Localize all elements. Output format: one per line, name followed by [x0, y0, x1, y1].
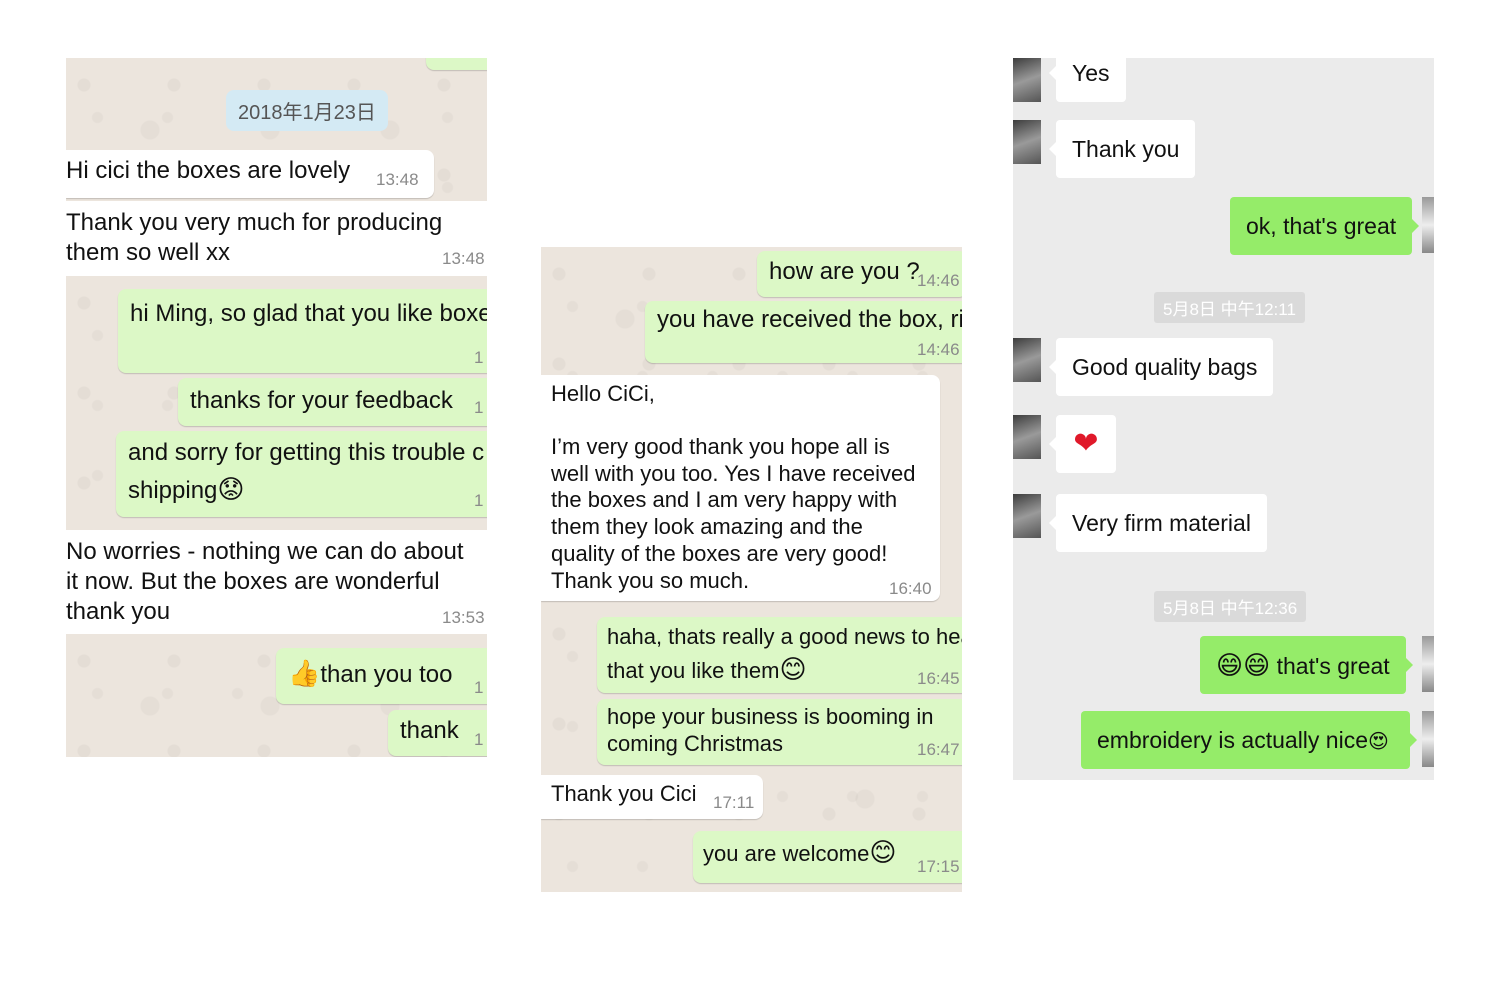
outgoing-message: you have received the box, righ [645, 301, 962, 363]
avatar[interactable] [1422, 197, 1434, 253]
message-time: 1 [474, 348, 484, 367]
outgoing-message: ok, that's great [1230, 197, 1420, 255]
outgoing-message: and sorry for getting this trouble c shi… [116, 431, 487, 517]
incoming-message: Very firm material [1049, 494, 1267, 552]
avatar[interactable] [1013, 338, 1041, 382]
message-text: hi Ming, so glad that you like boxe [130, 300, 487, 327]
message-text: thank you [66, 598, 171, 625]
message-text: you are welcome [703, 841, 870, 866]
message-text: ok, that's great [1246, 213, 1397, 239]
message-text: Hello CiCi, [551, 381, 655, 406]
smiling-face-emoji: 😊 [869, 837, 897, 867]
chat-screenshot-right: Yes Thank you ok, that's great 5月8日 中午12… [1013, 58, 1434, 780]
message-text: them they look amazing and the [551, 514, 863, 540]
incoming-message: Good quality bags [1048, 338, 1274, 396]
outgoing-message: thanks for your feedback [178, 378, 487, 426]
message-text: well with you too. Yes I have received [551, 460, 916, 486]
message-text: the boxes and I am very happy with [551, 487, 898, 513]
heart-eyes-emoji: 😍 [1368, 731, 1389, 753]
message-time: 13:48 [376, 170, 419, 189]
avatar[interactable] [1013, 494, 1041, 538]
message-time: 17:15 [917, 857, 960, 876]
message-text: shipping [128, 477, 218, 504]
message-text: Yes [1072, 60, 1110, 86]
message-text: it now. But the boxes are wonderful [66, 568, 440, 595]
outgoing-message: 👍than you too [276, 648, 487, 704]
message-text: I’m very good thank you hope all is [551, 433, 890, 459]
outgoing-message: haha, thats really a good news to hea th… [597, 617, 962, 693]
incoming-message: ❤ [1049, 415, 1116, 473]
message-time: 13:48 [442, 249, 485, 268]
avatar[interactable] [1013, 58, 1041, 102]
message-text: thank [400, 717, 459, 744]
message-text: thanks for your feedback [190, 387, 453, 414]
incoming-message: Yes [1049, 58, 1126, 102]
message-time: 1 [474, 678, 484, 697]
message-time: 17:11 [713, 793, 755, 812]
message-text: that you like them [607, 658, 780, 683]
incoming-message: Thank you very much for producing them s… [66, 201, 487, 276]
chat-screenshot-middle: how are you ? 14:46 you have received th… [541, 247, 962, 892]
message-text: than you too [320, 661, 453, 688]
partial-outgoing-bubble [426, 58, 487, 70]
message-time: 14:46 [917, 271, 960, 290]
outgoing-message: hi Ming, so glad that you like boxe [118, 289, 487, 373]
incoming-message: No worries - nothing we can do about it … [66, 530, 487, 634]
message-text: Very firm material [1072, 510, 1251, 536]
thumbs-up-emoji: 👍 [288, 658, 321, 688]
message-time: 1 [474, 491, 484, 510]
message-text: Thank you Cici [551, 781, 697, 806]
outgoing-message: 😄😄 that's great [1200, 636, 1413, 694]
avatar[interactable] [1422, 711, 1434, 767]
message-text: No worries - nothing we can do about [66, 538, 464, 565]
message-text: how are you ? [769, 258, 920, 285]
grinning-face-emoji: 😄😄 [1216, 650, 1271, 680]
outgoing-message: thank [388, 710, 487, 756]
date-divider: 2018年1月23日 [226, 90, 388, 131]
incoming-message: Hello CiCi, I’m very good thank you hope… [541, 375, 940, 601]
message-text: Good quality bags [1072, 354, 1258, 380]
outgoing-message: embroidery is actually nice😍 [1081, 711, 1417, 769]
message-time: 13:53 [442, 608, 485, 627]
heart-icon: ❤ [1073, 427, 1099, 460]
message-text: haha, thats really a good news to hea [607, 624, 962, 649]
incoming-message: Thank you [1048, 120, 1196, 178]
worried-face-emoji: 😟 [217, 474, 245, 504]
message-time: 1 [474, 398, 484, 417]
message-text: you have received the box, righ [657, 306, 962, 333]
timestamp: 5月8日 中午12:11 [1154, 292, 1305, 323]
message-text: and sorry for getting this trouble c [128, 439, 485, 466]
timestamp: 5月8日 中午12:36 [1154, 591, 1307, 622]
message-text: hope your business is booming in [607, 704, 934, 729]
message-text: Thank you [1072, 136, 1180, 162]
message-time: 16:47 [917, 740, 960, 759]
message-text: coming Christmas [607, 731, 784, 756]
smiling-face-emoji: 😊 [779, 654, 807, 684]
avatar[interactable] [1013, 415, 1041, 459]
message-time: 16:45 [917, 669, 960, 688]
message-text: embroidery is actually nice [1097, 727, 1369, 753]
message-time: 1 [474, 730, 484, 749]
message-text: Thank you very much for producing [66, 209, 443, 236]
avatar[interactable] [1013, 120, 1041, 164]
message-text: quality of the boxes are very good! [551, 540, 888, 566]
message-time: 14:46 [917, 340, 960, 359]
message-text: that's great [1276, 653, 1390, 679]
message-time: 16:40 [889, 579, 932, 598]
message-text: Thank you so much. [551, 567, 750, 593]
chat-screenshot-left: 2018年1月23日 Hi cici the boxes are lovely … [66, 58, 487, 757]
outgoing-message: hope your business is booming in coming … [597, 699, 962, 765]
avatar[interactable] [1422, 636, 1434, 692]
message-text: them so well xx [66, 239, 231, 266]
message-text: Hi cici the boxes are lovely [66, 157, 351, 184]
